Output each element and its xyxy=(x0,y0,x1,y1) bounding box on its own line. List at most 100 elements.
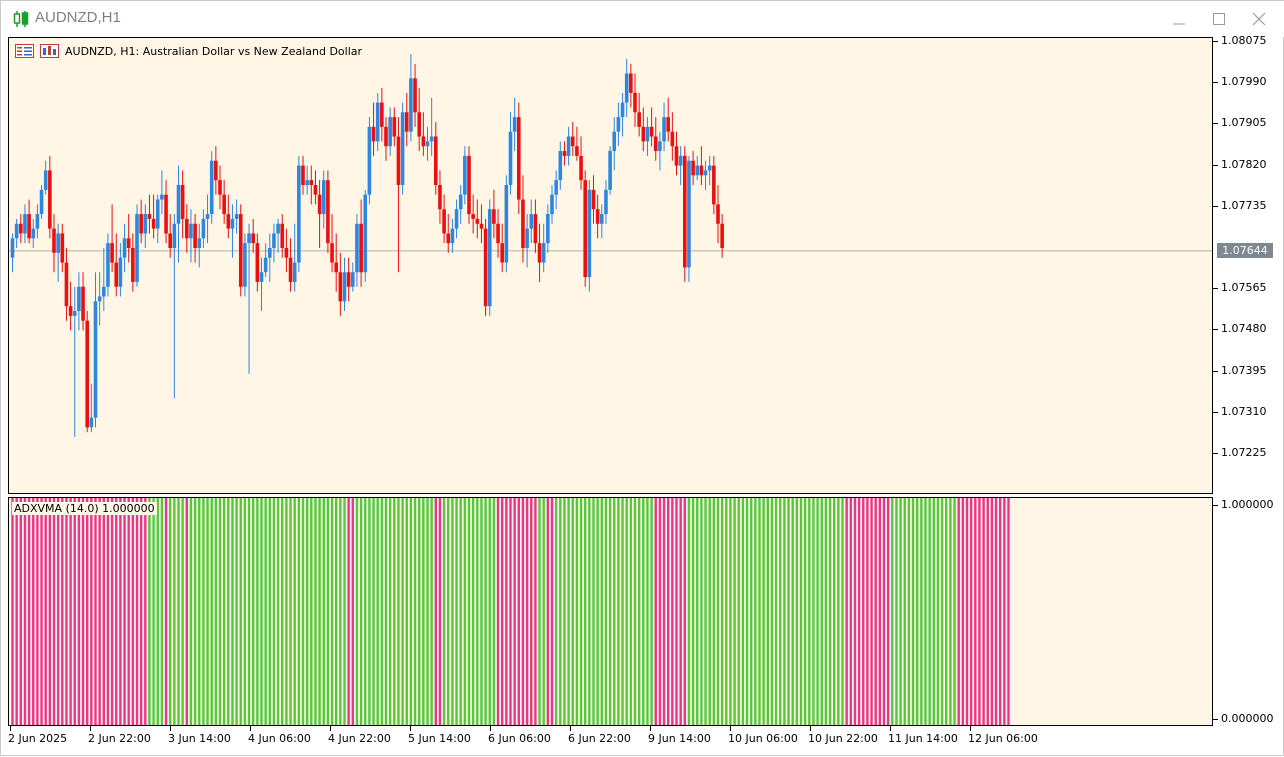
candle xyxy=(504,175,509,273)
candle xyxy=(60,223,65,273)
adxvma-bar xyxy=(588,498,591,725)
candle-body xyxy=(247,233,251,244)
candle-body xyxy=(338,272,343,302)
adxvma-bar xyxy=(563,498,566,725)
candle-body xyxy=(649,126,654,137)
candle xyxy=(93,272,98,428)
candle xyxy=(595,194,600,239)
candle xyxy=(326,170,330,253)
adxvma-bar xyxy=(256,498,259,725)
candle-body xyxy=(662,117,666,142)
adxvma-bar xyxy=(48,498,52,725)
candle xyxy=(102,248,106,312)
candle-body xyxy=(624,73,629,103)
price-tick-label: 1.07735 xyxy=(1221,198,1267,212)
candle xyxy=(268,233,272,282)
chart-window: AUDNZD,H1 AUDNZD, H1: Australian Dollar … xyxy=(0,0,1284,756)
list-icon[interactable] xyxy=(15,44,34,58)
candle xyxy=(674,131,679,176)
adxvma-histogram[interactable] xyxy=(9,498,1213,726)
adxvma-bar xyxy=(691,498,695,725)
adxvma-bar xyxy=(343,498,346,725)
candle xyxy=(400,102,405,195)
adxvma-bar xyxy=(886,498,890,725)
candle-body xyxy=(678,155,683,166)
price-axis[interactable]: 1.08075 1.07990 1.07905 1.07820 1.07735 1.075… xyxy=(1213,34,1284,757)
candle-body xyxy=(371,126,376,142)
adxvma-bar xyxy=(372,498,375,725)
candle-body xyxy=(629,73,633,93)
candle xyxy=(546,204,550,253)
candle xyxy=(550,184,554,224)
adxvma-bar xyxy=(314,498,317,725)
candle xyxy=(541,223,546,273)
candle-body xyxy=(309,180,314,185)
adxvma-bar xyxy=(27,498,31,725)
candle xyxy=(288,238,293,292)
adxvma-bar xyxy=(596,498,599,725)
adxvma-bar xyxy=(774,498,778,725)
candle xyxy=(558,141,563,190)
adxvma-bar xyxy=(978,498,981,725)
chart-properties-icon[interactable] xyxy=(40,44,59,58)
adxvma-bar xyxy=(1007,498,1010,725)
adxvma-bar xyxy=(911,498,915,725)
candle xyxy=(31,218,36,248)
indicator-panel[interactable]: ADXVMA (14.0) 1.000000 xyxy=(8,497,1213,726)
candle xyxy=(230,204,235,258)
time-tick-label: 10 Jun 22:00 xyxy=(808,732,878,745)
price-chart[interactable]: AUDNZD, H1: Australian Dollar vs New Zea… xyxy=(8,37,1213,494)
adxvma-bar xyxy=(924,498,927,725)
candle xyxy=(259,257,264,312)
candle xyxy=(629,63,633,108)
adxvma-bar xyxy=(982,498,985,725)
adxvma-bar xyxy=(222,498,226,725)
adxvma-bar xyxy=(853,498,857,725)
adxvma-bar xyxy=(139,498,143,725)
adxvma-bar xyxy=(181,498,184,725)
price-tick-mark xyxy=(1213,411,1218,413)
candlestick-plot[interactable] xyxy=(9,38,1213,494)
minimize-button[interactable] xyxy=(1167,8,1191,30)
adxvma-bar xyxy=(447,498,450,725)
candle-body xyxy=(93,301,98,418)
adxvma-bar xyxy=(795,498,799,725)
candle-body xyxy=(176,184,181,224)
price-tick-mark xyxy=(1213,41,1218,42)
candle-body xyxy=(600,214,604,224)
adxvma-bar xyxy=(974,498,977,725)
adxvma-bar xyxy=(762,498,765,725)
adxvma-bar xyxy=(260,498,263,725)
adxvma-bar xyxy=(459,498,462,725)
candle-body xyxy=(330,243,334,263)
candle xyxy=(68,281,73,331)
time-axis[interactable]: 2 Jun 2025 2 Jun 22:00 3 Jun 14:00 4 Jun 06… xyxy=(1,726,1284,757)
candle xyxy=(35,204,40,239)
adxvma-bar xyxy=(745,498,749,725)
adxvma-bar xyxy=(106,498,110,725)
maximize-button[interactable] xyxy=(1207,8,1231,30)
candle xyxy=(683,146,687,282)
adxvma-bar xyxy=(687,498,691,725)
close-button[interactable] xyxy=(1247,8,1271,30)
candle-body xyxy=(255,243,260,282)
candle-body xyxy=(434,136,438,185)
candle-body xyxy=(280,223,285,248)
time-tick-mark xyxy=(410,726,411,731)
adxvma-bar xyxy=(451,498,454,725)
adxvma-bar xyxy=(455,498,458,725)
candle xyxy=(483,218,488,316)
candle xyxy=(214,146,218,195)
time-tick-mark xyxy=(490,726,491,731)
adxvma-bar xyxy=(15,498,18,725)
candle-body xyxy=(172,223,177,248)
title-bar[interactable]: AUDNZD,H1 xyxy=(1,1,1284,37)
adxvma-bar xyxy=(791,498,794,725)
candle-body xyxy=(19,223,23,234)
candle xyxy=(247,223,251,375)
adxvma-bar xyxy=(264,498,267,725)
candle xyxy=(143,204,148,248)
adxvma-bar xyxy=(376,498,379,725)
candle xyxy=(712,155,716,215)
candle xyxy=(554,170,558,210)
